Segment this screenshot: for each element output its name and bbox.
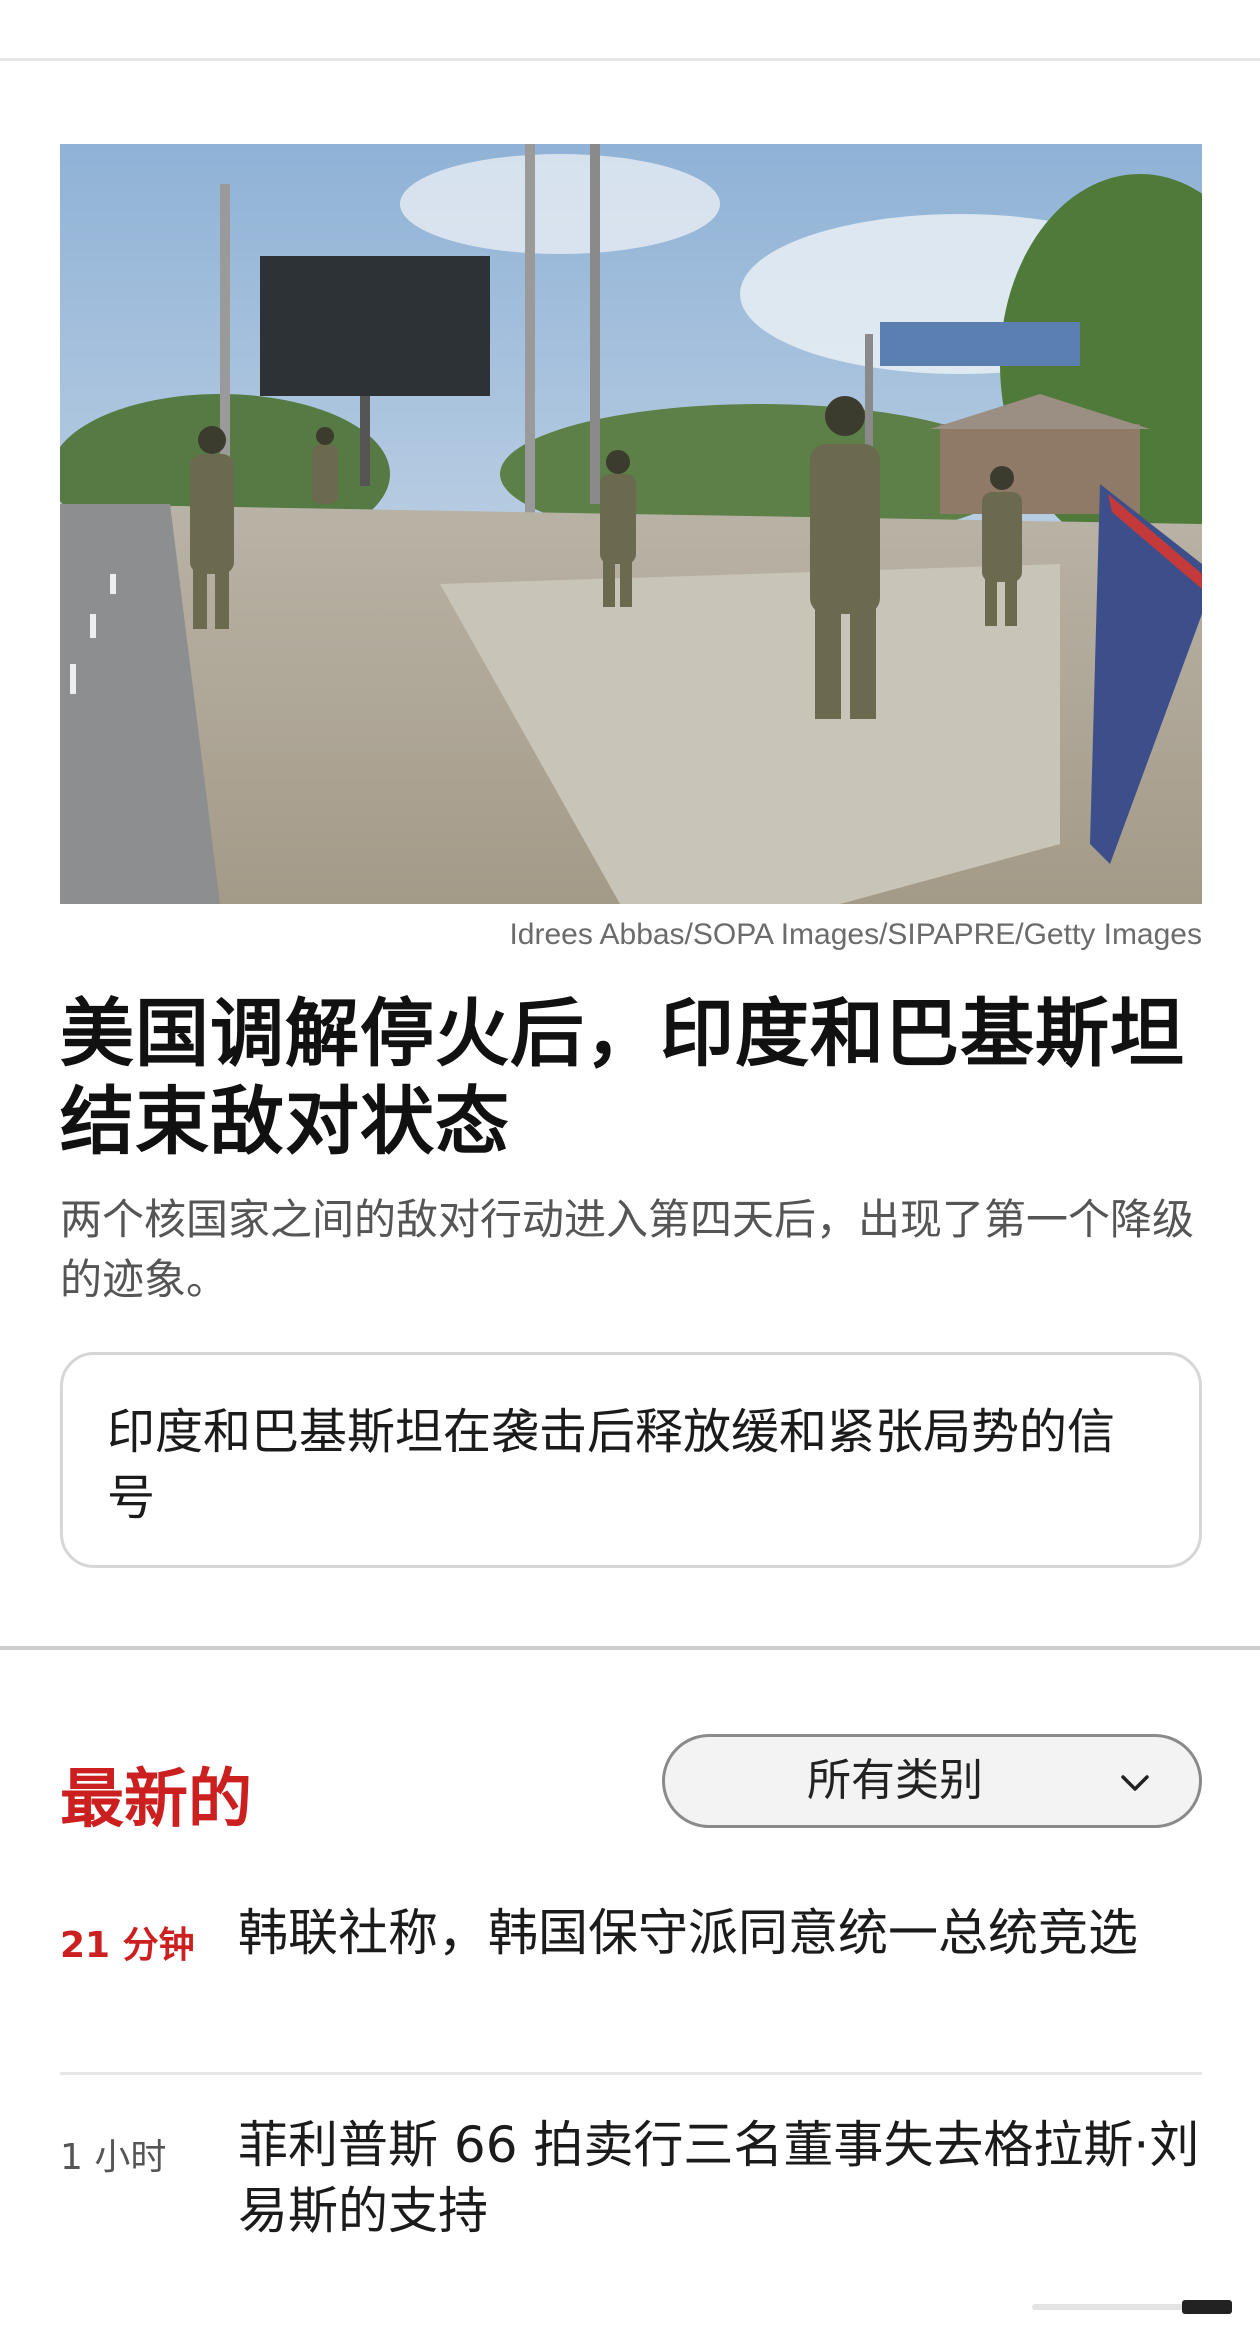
scroll-indicator	[1032, 2300, 1232, 2314]
news-timestamp: 1 小时	[60, 2137, 167, 2178]
news-list-item[interactable]: 1 小时 菲利普斯 66 拍卖行三名董事失去格拉斯·刘易斯的支持	[60, 2112, 1202, 2242]
latest-section-title: 最新的	[60, 1763, 252, 1837]
top-divider	[0, 58, 1260, 61]
news-headline: 菲利普斯 66 拍卖行三名董事失去格拉斯·刘易斯的支持	[238, 2116, 1200, 2240]
news-timestamp: 21 分钟	[60, 1925, 195, 1966]
article-subheadline: 两个核国家之间的敌对行动进入第四天后，出现了第一个降级的迹象。	[60, 1195, 1195, 1304]
chevron-down-icon	[1121, 1775, 1149, 1791]
category-filter-dropdown[interactable]: 所有类别	[662, 1734, 1202, 1828]
news-headline: 韩联社称，韩国保守派同意统一总统竞选	[238, 1904, 1138, 1962]
article-headline[interactable]: 美国调解停火后，印度和巴基斯坦结束敌对状态	[60, 990, 1202, 1166]
hero-photo	[60, 144, 1202, 904]
related-article-link[interactable]: 印度和巴基斯坦在袭击后释放缓和紧张局势的信号	[60, 1352, 1202, 1568]
image-credit: Idrees Abbas/SOPA Images/SIPAPRE/Getty I…	[509, 918, 1202, 951]
section-divider	[0, 1646, 1260, 1650]
article-hero-image[interactable]	[60, 144, 1202, 904]
category-filter-label: 所有类别	[807, 1755, 983, 1806]
news-list-item[interactable]: 21 分钟 韩联社称，韩国保守派同意统一总统竞选	[60, 1900, 1202, 2030]
related-article-title: 印度和巴基斯坦在袭击后释放缓和紧张局势的信号	[107, 1404, 1116, 1526]
news-row-divider	[60, 2072, 1202, 2075]
